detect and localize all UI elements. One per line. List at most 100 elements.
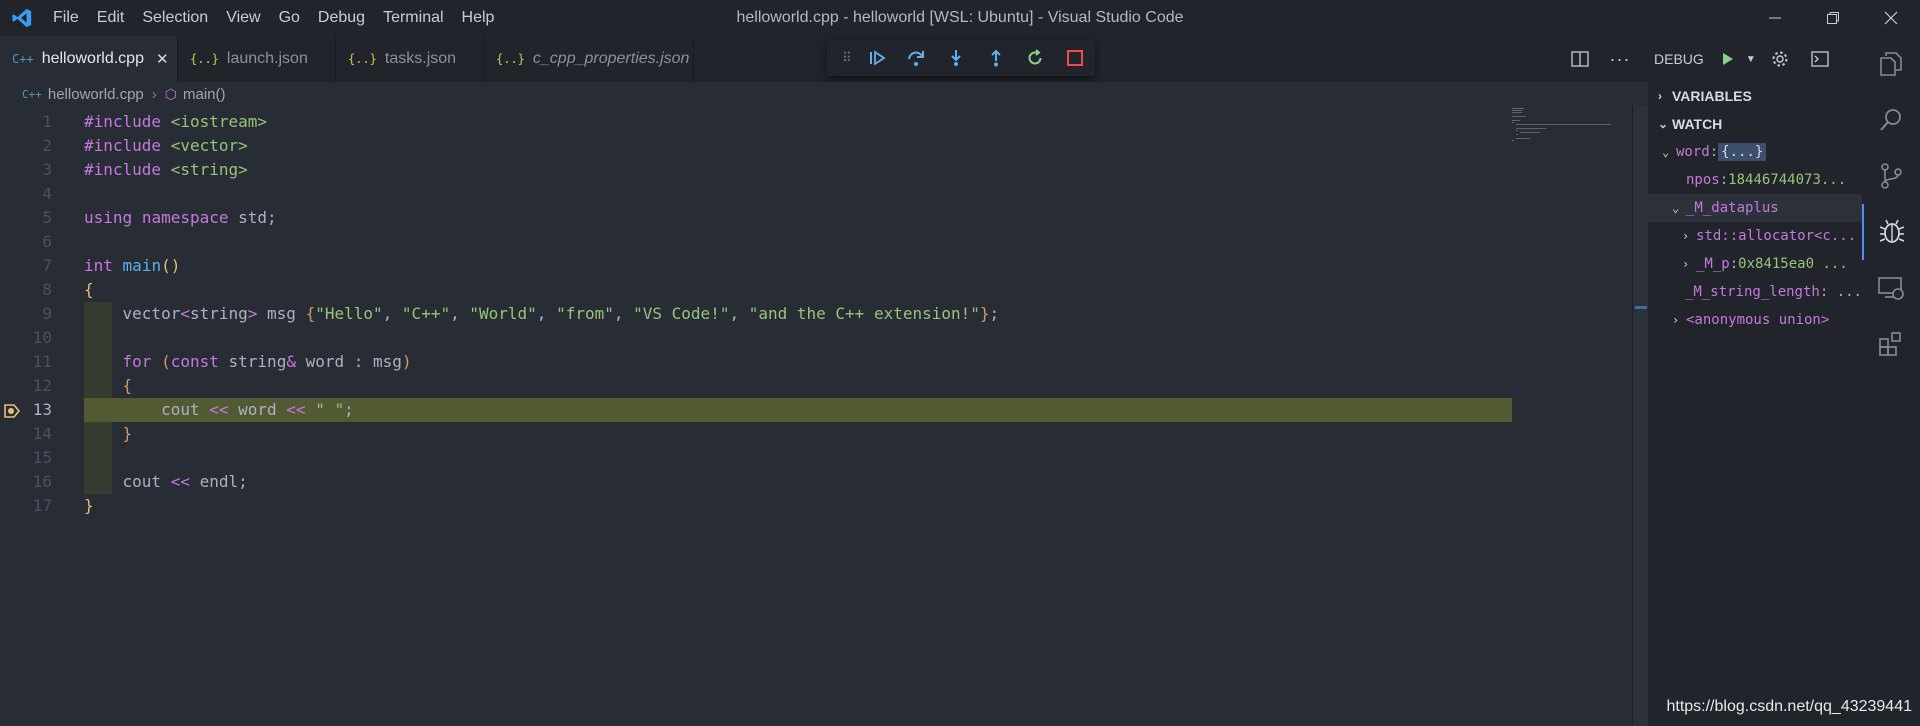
watch-item[interactable]: › _M_p: 0x8415ea0 ... — [1648, 250, 1862, 278]
continue-icon — [869, 50, 886, 66]
line-number: 17 — [32, 496, 52, 515]
menu-selection[interactable]: Selection — [133, 0, 217, 36]
title-bar: File Edit Selection View Go Debug Terminal Help… — [0, 0, 1920, 36]
code-line[interactable]: 12 { — [0, 374, 1512, 398]
menu-bar: File Edit Selection View Go Debug Terminal Help — [44, 0, 503, 36]
tab-label: launch.json — [226, 50, 308, 67]
step-out-icon — [991, 49, 1001, 67]
menu-terminal[interactable]: Terminal — [374, 0, 452, 36]
debug-button[interactable] — [1862, 204, 1920, 260]
restore-button[interactable] — [1804, 0, 1862, 36]
watch-item[interactable]: › std::allocator<c... — [1648, 222, 1862, 250]
split-editor-button[interactable] — [1560, 36, 1600, 82]
debug-label: DEBUG — [1654, 51, 1704, 67]
code-editor[interactable]: 1 #include <iostream> 2 #include <vector> 3 #… — [0, 106, 1632, 726]
step-over-button[interactable] — [897, 40, 937, 76]
watch-item[interactable]: ⌄ _M_dataplus — [1648, 194, 1862, 222]
chevron-down-icon[interactable]: ⌄ — [1662, 145, 1676, 159]
chevron-right-icon[interactable]: › — [1682, 257, 1696, 271]
menu-view[interactable]: View — [217, 0, 269, 36]
close-icon[interactable]: ✕ — [156, 50, 169, 68]
code-line[interactable]: 17} — [0, 494, 1512, 518]
tab-launch-json[interactable]: {..} launch.json — [178, 36, 336, 82]
line-number: 6 — [42, 232, 52, 251]
code-text: #include <string> — [84, 160, 248, 179]
menu-help[interactable]: Help — [453, 0, 504, 36]
stop-button[interactable] — [1055, 40, 1095, 76]
code-line[interactable]: 5 using namespace std; — [0, 206, 1512, 230]
tab-label: tasks.json — [384, 50, 457, 67]
menu-file[interactable]: File — [44, 0, 88, 36]
code-text: vector<string> msg {"Hello", "C++", "Wor… — [84, 304, 1000, 323]
menu-go[interactable]: Go — [270, 0, 309, 36]
step-out-button[interactable] — [976, 40, 1016, 76]
watch-item[interactable]: › <anonymous union> — [1648, 306, 1862, 334]
code-line[interactable]: 15 — [0, 446, 1512, 470]
line-number: 4 — [42, 184, 52, 203]
continue-button[interactable] — [857, 40, 897, 76]
search-button[interactable] — [1862, 92, 1920, 148]
code-line[interactable]: 3 #include <string> — [0, 158, 1512, 182]
editor-scrollbar[interactable] — [1632, 106, 1648, 726]
code-line[interactable]: 10 — [0, 326, 1512, 350]
chevron-right-icon: › — [1658, 89, 1662, 103]
line-number: 11 — [32, 352, 52, 371]
code-text: int main() — [84, 256, 181, 275]
source-control-button[interactable] — [1862, 148, 1920, 204]
extensions-button[interactable] — [1862, 316, 1920, 372]
debug-config-dropdown[interactable]: ▼ — [1742, 36, 1760, 82]
play-icon — [1722, 53, 1733, 65]
symbol-method-icon: ⬡ — [164, 85, 177, 102]
close-window-button[interactable] — [1862, 0, 1920, 36]
chevron-right-icon[interactable]: › — [1682, 229, 1696, 243]
chevron-down-icon[interactable]: ⌄ — [1672, 201, 1686, 215]
debug-console-button[interactable] — [1800, 36, 1840, 82]
line-number: 2 — [42, 136, 52, 155]
step-into-button[interactable] — [936, 40, 976, 76]
restart-button[interactable] — [1016, 40, 1056, 76]
watch-item[interactable]: npos: 18446744073... — [1648, 166, 1862, 194]
cpp-file-icon: C++ — [12, 52, 34, 66]
code-line[interactable]: 14 } — [0, 422, 1512, 446]
more-actions-button[interactable]: ··· — [1600, 36, 1640, 82]
code-line[interactable]: 16 cout << endl; — [0, 470, 1512, 494]
chevron-right-icon[interactable]: › — [1672, 313, 1686, 327]
watch-item-name: _M_p — [1696, 256, 1730, 272]
explorer-button[interactable] — [1862, 36, 1920, 92]
variables-section-header[interactable]: › VARIABLES — [1648, 82, 1862, 110]
debug-settings-button[interactable] — [1760, 36, 1800, 82]
watch-list: ⌄ word: {...} npos: 18446744073... ⌄ _M_data… — [1648, 138, 1862, 334]
watch-item[interactable]: _M_string_length: ... — [1648, 278, 1862, 306]
minimap[interactable] — [1512, 106, 1632, 726]
watch-item-separator: : — [1709, 144, 1719, 160]
code-line[interactable]: 11 for (const string& word : msg) — [0, 350, 1512, 374]
code-line[interactable]: 9 vector<string> msg {"Hello", "C++", "W… — [0, 302, 1512, 326]
tab-tasks-json[interactable]: {..} tasks.json — [336, 36, 484, 82]
code-line[interactable]: 8{ — [0, 278, 1512, 302]
drag-handle-icon[interactable]: ⠿ — [837, 40, 857, 76]
tab-helloworld-cpp[interactable]: C++ helloworld.cpp ✕ — [0, 36, 178, 82]
watch-item-name: <anonymous union> — [1686, 312, 1830, 328]
watch-item[interactable]: ⌄ word: {...} — [1648, 138, 1862, 166]
minimize-button[interactable] — [1746, 0, 1804, 36]
code-line[interactable]: 2 #include <vector> — [0, 134, 1512, 158]
watch-section-header[interactable]: ⌄ WATCH — [1648, 110, 1862, 138]
code-line[interactable]: 7 int main() — [0, 254, 1512, 278]
breadcrumb-file[interactable]: helloworld.cpp — [48, 86, 144, 103]
tab-c-cpp-properties-json[interactable]: {..} c_cpp_properties.json — [484, 36, 694, 82]
remote-explorer-icon — [1878, 277, 1904, 300]
code-line[interactable]: 4 — [0, 182, 1512, 206]
code-line[interactable]: 6 — [0, 230, 1512, 254]
code-text: cout << endl; — [84, 472, 248, 491]
line-number: 13 — [32, 400, 52, 419]
menu-debug[interactable]: Debug — [309, 0, 374, 36]
step-into-icon — [951, 50, 961, 66]
start-debugging-button[interactable] — [1714, 36, 1742, 82]
menu-edit[interactable]: Edit — [88, 0, 134, 36]
watch-item-name: std::allocator<c... — [1696, 228, 1857, 244]
remote-explorer-button[interactable] — [1862, 260, 1920, 316]
code-line[interactable]: 1 #include <iostream> — [0, 110, 1512, 134]
code-text: using namespace std; — [84, 208, 277, 227]
code-line[interactable]: 13 cout << word << " "; — [0, 398, 1512, 422]
breadcrumb-symbol[interactable]: main() — [183, 86, 226, 103]
